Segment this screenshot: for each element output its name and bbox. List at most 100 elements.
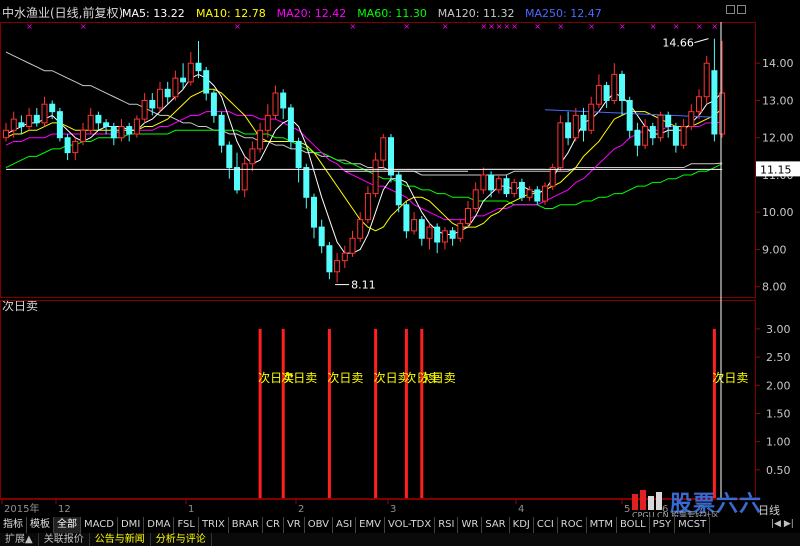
candle-body (18, 122, 25, 128)
candle-body (434, 226, 441, 243)
candle-body (619, 73, 625, 101)
tab-dmi[interactable]: DMI (118, 517, 145, 533)
tab-cr[interactable]: CR (263, 517, 284, 533)
indicator-tick-label: 2.00 (766, 379, 791, 392)
candle-body (480, 174, 487, 191)
candle-body (172, 77, 179, 98)
low-price-label: 8.11 (351, 279, 376, 292)
tab-all[interactable]: 全部 (54, 517, 81, 533)
tab-macd[interactable]: MACD (81, 517, 118, 533)
candle-body (295, 140, 302, 169)
candle-body (287, 107, 294, 142)
tab-mcst[interactable]: MCST (675, 517, 711, 533)
top-x-marker: × (650, 22, 657, 31)
candle-body (110, 126, 117, 139)
candle-body (518, 181, 525, 198)
candle-body (87, 114, 94, 131)
stock-title: 中水渔业(日线,前复权) (2, 5, 123, 20)
tab-brar[interactable]: BRAR (229, 517, 263, 533)
candle-body (95, 114, 102, 124)
sell-signal-label: 次日卖 (420, 371, 456, 385)
candle-body (203, 70, 210, 94)
related-quotes-tab[interactable]: 关联报价 (39, 533, 90, 546)
candle-body (103, 122, 110, 128)
candle-body (80, 129, 86, 142)
candle-body (665, 114, 672, 128)
candle-body (465, 207, 471, 224)
analysis-comments-tab[interactable]: 分析与评论 (151, 533, 212, 546)
indicator-tick-label: 0.50 (766, 464, 791, 477)
candle-body (696, 96, 702, 113)
candle-body (180, 77, 187, 83)
candle-body (449, 230, 456, 239)
tab-asi[interactable]: ASI (333, 517, 357, 533)
candle-body (280, 92, 287, 109)
candle-body (634, 129, 641, 146)
tab-indicator[interactable]: 指标 (0, 517, 27, 533)
tab-emv[interactable]: EMV (356, 517, 385, 533)
tab-obv[interactable]: OBV (305, 517, 333, 533)
scroll-buttons[interactable]: |◀ ▶| (771, 519, 794, 529)
top-x-marker: × (511, 22, 518, 31)
candle-body (411, 219, 418, 232)
window-maximize-icon[interactable] (737, 5, 746, 14)
candle-body (349, 237, 356, 254)
high-price-label: 14.66 (662, 37, 694, 50)
tab-vol-tdx[interactable]: VOL-TDX (385, 517, 436, 533)
tab-psy[interactable]: PSY (650, 517, 676, 533)
candle-body (334, 260, 341, 273)
candle-body (495, 178, 502, 191)
announcements-news-tab[interactable]: 公告与新闻 (90, 533, 151, 546)
tab-fsl[interactable]: FSL (174, 517, 199, 533)
sell-signal-bar (374, 328, 378, 498)
tab-roc[interactable]: ROC (558, 517, 587, 533)
candle-body (326, 245, 333, 273)
candle-body (372, 159, 379, 195)
candle-body (226, 144, 233, 169)
tab-wr[interactable]: WR (458, 517, 483, 533)
candle-body (241, 163, 248, 191)
candle-body (357, 219, 364, 239)
tab-sar[interactable]: SAR (482, 517, 510, 533)
current-price-label: 11.15 (760, 163, 792, 176)
indicator-title: 次日卖 (2, 299, 38, 313)
candle-body (703, 62, 710, 98)
tab-dma[interactable]: DMA (144, 517, 175, 533)
window-restore-icon[interactable] (726, 5, 735, 14)
indicator-tick-label: 1.50 (766, 407, 791, 420)
tab-vr[interactable]: VR (284, 517, 305, 533)
tab-kdj[interactable]: KDJ (510, 517, 534, 533)
top-x-marker: × (496, 22, 503, 31)
tab-trix[interactable]: TRIX (199, 517, 229, 533)
candle-body (149, 99, 156, 109)
tab-boll[interactable]: BOLL (617, 517, 650, 533)
kline-chart[interactable]: 中水渔业(日线,前复权) MA5: 13.22 MA10: 12.78 MA20: … (0, 0, 800, 546)
candle-body (164, 88, 171, 98)
top-x-marker: × (696, 22, 703, 31)
price-tick-label: 12.00 (762, 132, 794, 145)
candle-body (611, 73, 618, 101)
candle-body (418, 219, 425, 239)
candle-body (56, 111, 63, 139)
tab-template[interactable]: 模板 (27, 517, 54, 533)
ma-legend-ma250: MA250: 12.47 (525, 7, 602, 20)
candle-body (187, 62, 194, 83)
tab-rsi[interactable]: RSI (435, 517, 459, 533)
tab-cci[interactable]: CCI (534, 517, 558, 533)
expand-button[interactable]: 扩展▲ (0, 533, 39, 546)
period-label[interactable]: 日线 (758, 502, 780, 518)
candle-body (49, 103, 56, 113)
top-x-marker: × (80, 22, 87, 31)
tab-mtm[interactable]: MTM (587, 517, 617, 533)
candle-body (534, 189, 541, 202)
time-tick-label: 1 (188, 504, 194, 515)
candle-body (257, 129, 264, 150)
candle-body (3, 129, 9, 139)
candle-body (657, 114, 664, 139)
footer-tab-bar: 扩展▲ 关联报价 公告与新闻 分析与评论 (0, 533, 800, 546)
price-tick-label: 10.00 (762, 206, 794, 219)
candle-body (711, 70, 718, 135)
candle-body (595, 85, 602, 105)
candle-body (33, 114, 40, 124)
watermark-logo-icon (632, 490, 662, 510)
